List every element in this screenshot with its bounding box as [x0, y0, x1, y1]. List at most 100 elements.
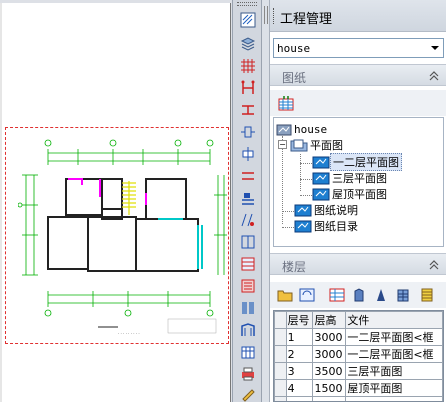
drawing-sheet[interactable]: · · · · · · · · ·	[0, 3, 231, 402]
project-panel: 工程管理 house 图纸 house − 平面图 一二层平面图 三层平面图 屋…	[270, 0, 446, 402]
tree-label-plan-3: 三层平面图	[332, 172, 387, 185]
cell-file[interactable]: 屋顶平面图	[345, 379, 443, 397]
tower-icon[interactable]	[372, 286, 390, 304]
header-floor-no[interactable]: 层号	[285, 311, 314, 329]
elevation-icon[interactable]	[237, 276, 259, 296]
row-selector[interactable]	[274, 345, 287, 363]
cell-floor-height[interactable]: 1500	[312, 379, 347, 397]
sheet-edge	[0, 3, 2, 402]
grid-axis-icon[interactable]	[237, 56, 259, 76]
section-icon[interactable]	[237, 298, 259, 318]
door-icon[interactable]	[237, 122, 259, 142]
floor-plan-drawing[interactable]: · · · · · · · · ·	[18, 135, 228, 343]
vertical-toolbar	[232, 0, 262, 402]
wall-icon[interactable]	[237, 100, 259, 120]
building-3d-icon[interactable]	[350, 286, 368, 304]
3d-model-icon[interactable]	[237, 320, 259, 340]
floor-stack-icon[interactable]	[418, 286, 436, 304]
tree-item-plan-1-2[interactable]: 一二层平面图	[312, 153, 402, 171]
room-icon[interactable]	[237, 188, 259, 208]
row-selector[interactable]	[274, 362, 287, 380]
cell-floor-height[interactable]: 3500	[312, 362, 347, 380]
floors-table[interactable]: 层号 层高 文件 1 3000 一二层平面图<框 2 3000 一二层平面图<框	[273, 310, 444, 402]
row-selector-new[interactable]	[274, 396, 287, 401]
cell-floor-no[interactable]: 2	[285, 345, 314, 363]
cell-file[interactable]: 三层平面图	[345, 362, 443, 380]
collapse-tree-icon[interactable]: −	[278, 140, 287, 149]
tree-item-house[interactable]: house	[276, 121, 329, 137]
drawings-toolbar	[270, 90, 446, 116]
panel-grip[interactable]	[273, 8, 277, 24]
project-select[interactable]: house	[273, 38, 444, 58]
window-icon[interactable]	[237, 144, 259, 164]
cell-floor-no[interactable]: 4	[285, 379, 314, 397]
drawing-file-icon	[294, 220, 312, 233]
table-row[interactable]: 1 3000 一二层平面图<框	[274, 328, 443, 346]
drawings-tree[interactable]: house − 平面图 一二层平面图 三层平面图 屋顶平面图 图纸说明 图纸目录	[273, 117, 444, 247]
drawing-file-icon	[312, 156, 330, 169]
hatch-icon[interactable]	[237, 10, 259, 30]
table-row[interactable]: 3 3500 三层平面图	[274, 362, 443, 380]
floor-table-icon[interactable]	[328, 286, 346, 304]
elevation-view-icon[interactable]	[237, 342, 259, 362]
tree-label-catalog: 图纸目录	[314, 220, 358, 233]
table-row-new[interactable]	[274, 396, 443, 401]
toolbar-grip[interactable]	[237, 2, 257, 6]
drawings-section-header[interactable]: 图纸	[270, 64, 446, 86]
tree-item-roof-plan[interactable]: 屋顶平面图	[312, 186, 389, 202]
panel-title: 工程管理	[280, 12, 333, 27]
print-icon[interactable]	[237, 364, 259, 384]
cell-empty[interactable]	[285, 396, 314, 401]
drawing-file-icon	[312, 188, 330, 201]
chevron-down-icon[interactable]	[427, 39, 443, 57]
column-icon[interactable]	[237, 78, 259, 98]
tree-item-plan-3[interactable]: 三层平面图	[312, 170, 389, 186]
tree-label-plan-folder: 平面图	[310, 139, 343, 152]
project-icon	[276, 124, 292, 136]
drawing-file-icon	[312, 172, 330, 185]
cell-floor-height[interactable]: 3000	[312, 328, 347, 346]
add-drawing-icon[interactable]	[278, 96, 294, 111]
cell-floor-no[interactable]: 3	[285, 362, 314, 380]
cell-empty[interactable]	[312, 396, 347, 401]
text-icon[interactable]	[237, 232, 259, 252]
panel-splitter[interactable]	[262, 0, 270, 402]
collapse-icon[interactable]	[428, 70, 440, 82]
open-folder-icon[interactable]	[276, 286, 294, 304]
splitter-handle[interactable]	[264, 6, 268, 24]
floors-toolbar	[270, 282, 446, 308]
floors-section-header[interactable]: 楼层	[270, 253, 446, 275]
cell-floor-no[interactable]: 1	[285, 328, 314, 346]
tree-connector	[300, 195, 312, 196]
header-corner[interactable]	[274, 311, 287, 329]
refresh-icon[interactable]	[298, 286, 316, 304]
header-file[interactable]: 文件	[345, 311, 443, 329]
cell-empty[interactable]	[345, 396, 443, 401]
row-selector[interactable]	[274, 328, 287, 346]
stair-icon[interactable]	[237, 166, 259, 186]
layer-icon[interactable]	[237, 34, 259, 54]
tree-connector	[282, 211, 294, 212]
panel-title-bar[interactable]: 工程管理	[270, 0, 446, 32]
drawing-canvas[interactable]: · · · · · · · · ·	[0, 0, 232, 402]
tree-item-plan-folder[interactable]: 平面图	[290, 137, 345, 153]
folder-icon	[290, 139, 308, 152]
header-floor-height[interactable]: 层高	[312, 311, 347, 329]
floors-section-title: 楼层	[282, 260, 307, 274]
cell-floor-height[interactable]: 3000	[312, 345, 347, 363]
tree-label-notes: 图纸说明	[314, 204, 358, 217]
tree-item-catalog[interactable]: 图纸目录	[294, 218, 360, 234]
dimension-icon[interactable]	[237, 210, 259, 230]
table-row[interactable]: 2 3000 一二层平面图<框	[274, 345, 443, 363]
tree-item-notes[interactable]: 图纸说明	[294, 202, 360, 218]
cell-file[interactable]: 一二层平面图<框	[345, 345, 443, 363]
pencil-icon[interactable]	[237, 384, 259, 402]
tree-connector	[300, 154, 301, 191]
tree-label-roof-plan: 屋顶平面图	[332, 188, 387, 201]
table-row[interactable]: 4 1500 屋顶平面图	[274, 379, 443, 397]
collapse-icon[interactable]	[428, 259, 440, 271]
cell-file[interactable]: 一二层平面图<框	[345, 328, 443, 346]
table-icon[interactable]	[237, 254, 259, 274]
row-selector[interactable]	[274, 379, 287, 397]
building-icon[interactable]	[394, 286, 412, 304]
